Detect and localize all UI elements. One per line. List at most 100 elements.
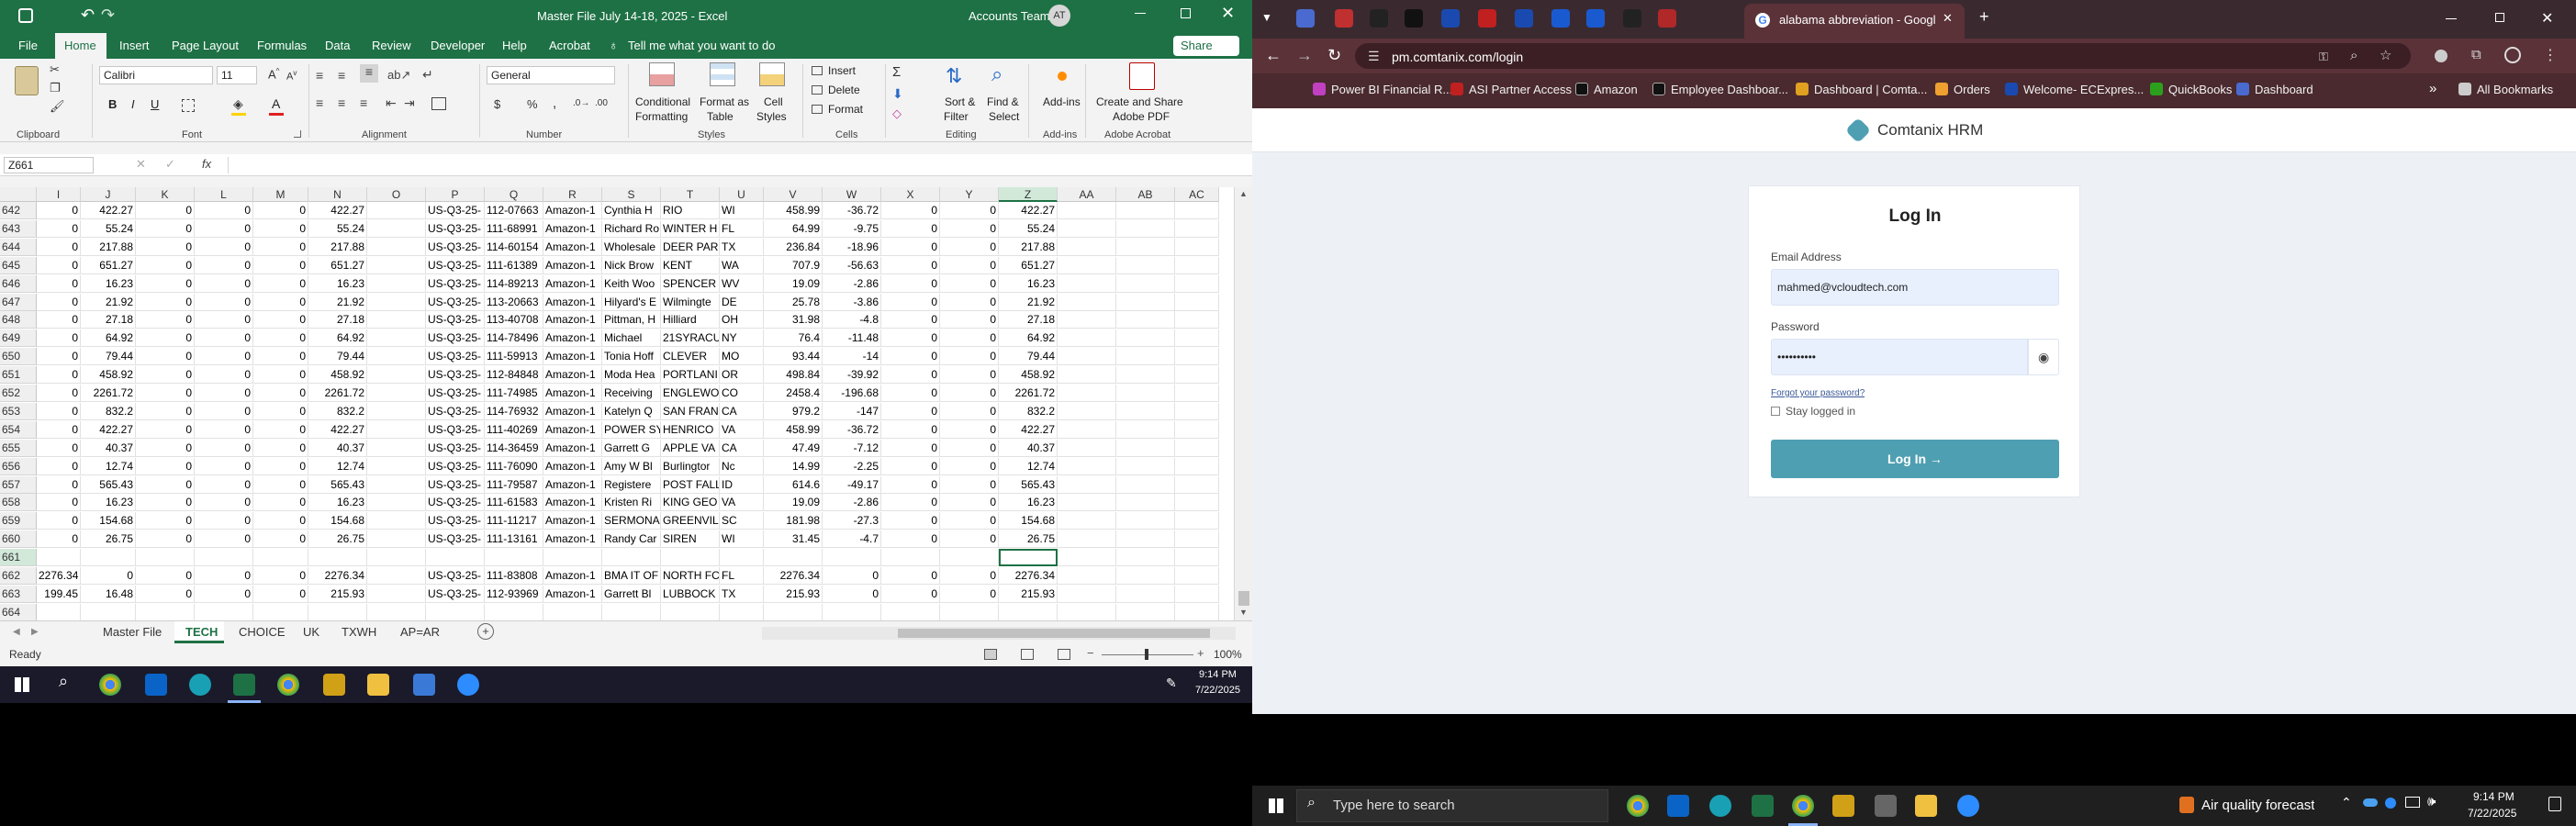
table-cell[interactable]: 832.2 [308, 402, 367, 420]
table-cell[interactable]: 2276.34 [999, 567, 1058, 585]
table-cell[interactable]: 0 [195, 238, 253, 256]
column-header[interactable]: J [81, 187, 136, 202]
table-cell[interactable]: 0 [37, 348, 81, 366]
table-cell[interactable]: Hilliard [661, 311, 720, 329]
table-cell[interactable]: 55.24 [999, 219, 1058, 238]
table-cell[interactable]: US-Q3-25- [426, 585, 485, 603]
site-info-icon[interactable]: ☰ [1368, 49, 1380, 64]
format-painter-icon[interactable]: 🖌 [50, 99, 65, 114]
table-cell[interactable] [1058, 274, 1116, 293]
table-cell[interactable]: 0 [37, 202, 81, 219]
format-cells-label[interactable]: Format [828, 103, 863, 116]
table-cell[interactable] [1116, 402, 1175, 420]
tab-insert[interactable]: Insert [119, 39, 150, 52]
table-cell[interactable]: 0 [881, 475, 940, 494]
table-cell[interactable] [1175, 202, 1219, 219]
tab-file[interactable]: File [18, 39, 38, 52]
password-field[interactable]: •••••••••• [1771, 339, 2028, 375]
table-cell[interactable]: 31.45 [764, 530, 823, 549]
table-cell[interactable]: 217.88 [308, 238, 367, 256]
row-header[interactable]: 655 [0, 439, 37, 457]
table-cell[interactable]: 79.44 [999, 348, 1058, 366]
tab-close-icon[interactable]: ✕ [1943, 11, 1953, 26]
table-cell[interactable]: 565.43 [999, 475, 1058, 494]
table-cell[interactable]: HENRICO [661, 420, 720, 439]
table-cell[interactable]: 0 [37, 457, 81, 475]
table-cell[interactable]: 113-20663 [485, 293, 543, 311]
table-cell[interactable]: Amazon-1 [543, 329, 602, 348]
table-cell[interactable]: 0 [940, 202, 999, 219]
comma-icon[interactable]: , [553, 95, 556, 111]
onedrive-icon[interactable] [2363, 798, 2378, 807]
table-cell[interactable] [543, 549, 602, 567]
column-header[interactable]: Q [485, 187, 543, 202]
table-cell[interactable]: 422.27 [308, 420, 367, 439]
grow-font-icon[interactable]: A^ [268, 67, 279, 81]
table-cell[interactable]: Nick Brow [602, 256, 661, 274]
table-cell[interactable] [1058, 402, 1116, 420]
table-cell[interactable] [1116, 202, 1175, 219]
row-header[interactable]: 656 [0, 457, 37, 475]
insert-cells-label[interactable]: Insert [828, 64, 856, 77]
table-cell[interactable]: US-Q3-25- [426, 238, 485, 256]
table-cell[interactable]: Amazon-1 [543, 219, 602, 238]
table-cell[interactable]: 0 [136, 256, 195, 274]
table-cell[interactable]: 0 [195, 420, 253, 439]
table-cell[interactable]: 21.92 [999, 293, 1058, 311]
column-header[interactable]: AA [1058, 187, 1116, 202]
table-cell[interactable]: 0 [253, 348, 308, 366]
scroll-up-icon[interactable]: ▲ [1239, 189, 1248, 198]
table-cell[interactable] [823, 549, 881, 567]
table-cell[interactable]: 154.68 [81, 512, 136, 530]
vertical-scrollbar[interactable]: ▲ ▼ [1234, 187, 1252, 620]
table-cell[interactable]: Randy Car [602, 530, 661, 549]
table-cell[interactable]: 498.84 [764, 366, 823, 385]
table-cell[interactable]: FL [720, 567, 764, 585]
table-cell[interactable]: -11.48 [823, 329, 881, 348]
new-tab-icon[interactable]: + [1979, 7, 1989, 27]
cell-styles-label2[interactable]: Styles [756, 110, 787, 123]
table-cell[interactable]: 25.78 [764, 293, 823, 311]
tab-favicon-5[interactable] [1586, 9, 1605, 28]
table-cell[interactable]: 2261.72 [308, 385, 367, 402]
table-cell[interactable]: 422.27 [81, 420, 136, 439]
table-cell[interactable]: 0 [136, 439, 195, 457]
table-cell[interactable]: 16.23 [999, 494, 1058, 512]
tab-search-icon[interactable]: ▼ [1261, 11, 1272, 24]
table-cell[interactable]: Amazon-1 [543, 530, 602, 549]
table-cell[interactable]: 0 [37, 256, 81, 274]
table-cell[interactable]: 112-93969 [485, 585, 543, 603]
table-cell[interactable]: 0 [195, 457, 253, 475]
table-cell[interactable] [1175, 348, 1219, 366]
increase-decimal-icon[interactable]: .0→ [573, 98, 589, 108]
row-header[interactable]: 664 [0, 603, 37, 621]
tab-favicon-6[interactable] [1623, 9, 1641, 28]
table-cell[interactable]: 0 [195, 274, 253, 293]
table-cell[interactable] [1116, 603, 1175, 621]
forgot-password-link[interactable]: Forgot your password? [1771, 388, 1865, 398]
table-cell[interactable] [367, 603, 426, 621]
row-header[interactable]: 649 [0, 329, 37, 348]
font-size-select[interactable]: 11 [217, 66, 257, 84]
table-cell[interactable] [367, 439, 426, 457]
table-cell[interactable]: Nc [720, 457, 764, 475]
spreadsheet-grid[interactable]: I J K L M N O P Q R S T U V W X Y Z AA AB AC 642 0 422.27 0 0 0 422… [0, 187, 1234, 621]
row-header[interactable]: 659 [0, 512, 37, 530]
table-cell[interactable]: PORTLANI [661, 366, 720, 385]
table-cell[interactable]: 0 [881, 494, 940, 512]
column-header[interactable]: K [136, 187, 195, 202]
table-cell[interactable]: 14.99 [764, 457, 823, 475]
table-cell[interactable]: 0 [136, 494, 195, 512]
table-cell[interactable] [367, 585, 426, 603]
bookmark-dashboard-comtanix[interactable]: Dashboard | Comta... [1796, 83, 1927, 96]
table-cell[interactable]: WV [720, 274, 764, 293]
shrink-font-icon[interactable]: Av [286, 69, 297, 83]
table-cell[interactable]: US-Q3-25- [426, 530, 485, 549]
table-cell[interactable]: 0 [253, 439, 308, 457]
table-cell[interactable]: 458.92 [308, 366, 367, 385]
table-cell[interactable]: -196.68 [823, 385, 881, 402]
table-cell[interactable]: 93.44 [764, 348, 823, 366]
table-cell[interactable] [81, 549, 136, 567]
table-cell[interactable]: -2.86 [823, 494, 881, 512]
table-cell[interactable]: 0 [136, 475, 195, 494]
